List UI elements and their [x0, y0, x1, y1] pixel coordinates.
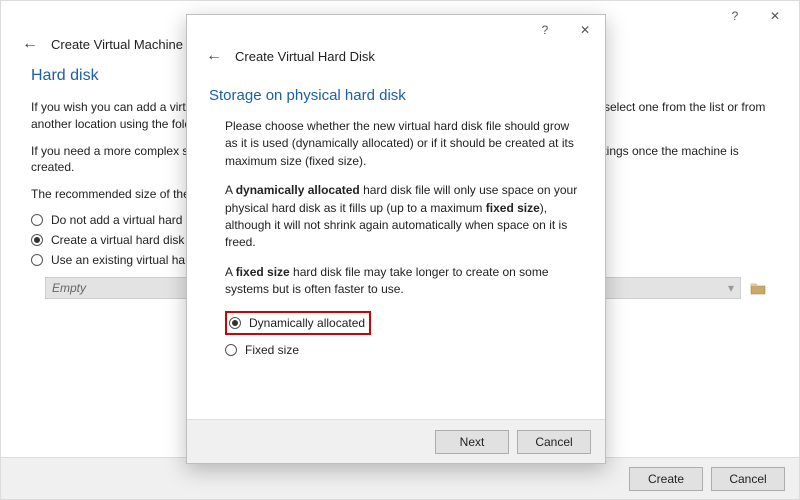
- radio-label: Do not add a virtual hard disk: [51, 213, 207, 227]
- front-titlebar: ? ✕: [187, 15, 605, 45]
- create-button[interactable]: Create: [629, 467, 703, 491]
- radio-icon: [31, 254, 43, 266]
- next-button[interactable]: Next: [435, 430, 509, 454]
- create-vhd-dialog: ? ✕ ← Create Virtual Hard Disk Storage o…: [186, 14, 606, 464]
- radio-icon: [31, 234, 43, 246]
- parent-title: Create Virtual Machine: [51, 37, 183, 52]
- radio-icon: [229, 317, 241, 329]
- help-icon[interactable]: ?: [525, 16, 565, 44]
- chevron-down-icon: ▾: [728, 281, 734, 295]
- front-heading: Storage on physical hard disk: [209, 87, 583, 104]
- radio-label: Fixed size: [245, 343, 299, 357]
- cancel-button[interactable]: Cancel: [517, 430, 591, 454]
- combo-value: Empty: [52, 281, 86, 295]
- folder-icon[interactable]: [747, 277, 769, 299]
- front-para1: Please choose whether the new virtual ha…: [225, 118, 583, 170]
- help-icon[interactable]: ?: [715, 2, 755, 30]
- close-icon[interactable]: ✕: [755, 2, 795, 30]
- highlight-box: Dynamically allocated: [225, 311, 371, 335]
- back-arrow-icon[interactable]: ←: [21, 35, 39, 53]
- front-title: Create Virtual Hard Disk: [235, 49, 375, 64]
- cancel-button[interactable]: Cancel: [711, 467, 785, 491]
- front-header: ← Create Virtual Hard Disk: [187, 45, 605, 75]
- radio-icon: [225, 344, 237, 356]
- close-icon[interactable]: ✕: [565, 16, 605, 44]
- front-body: Storage on physical hard disk Please cho…: [187, 75, 605, 419]
- front-footer: Next Cancel: [187, 419, 605, 463]
- radio-fixed-size[interactable]: Fixed size: [225, 343, 583, 357]
- front-para3: A fixed size hard disk file may take lon…: [225, 264, 583, 299]
- radio-icon: [31, 214, 43, 226]
- back-arrow-icon[interactable]: ←: [205, 47, 223, 65]
- radio-label: Dynamically allocated: [249, 316, 365, 330]
- front-para2: A dynamically allocated hard disk file w…: [225, 182, 583, 252]
- radio-dynamically-allocated[interactable]: Dynamically allocated: [229, 316, 365, 330]
